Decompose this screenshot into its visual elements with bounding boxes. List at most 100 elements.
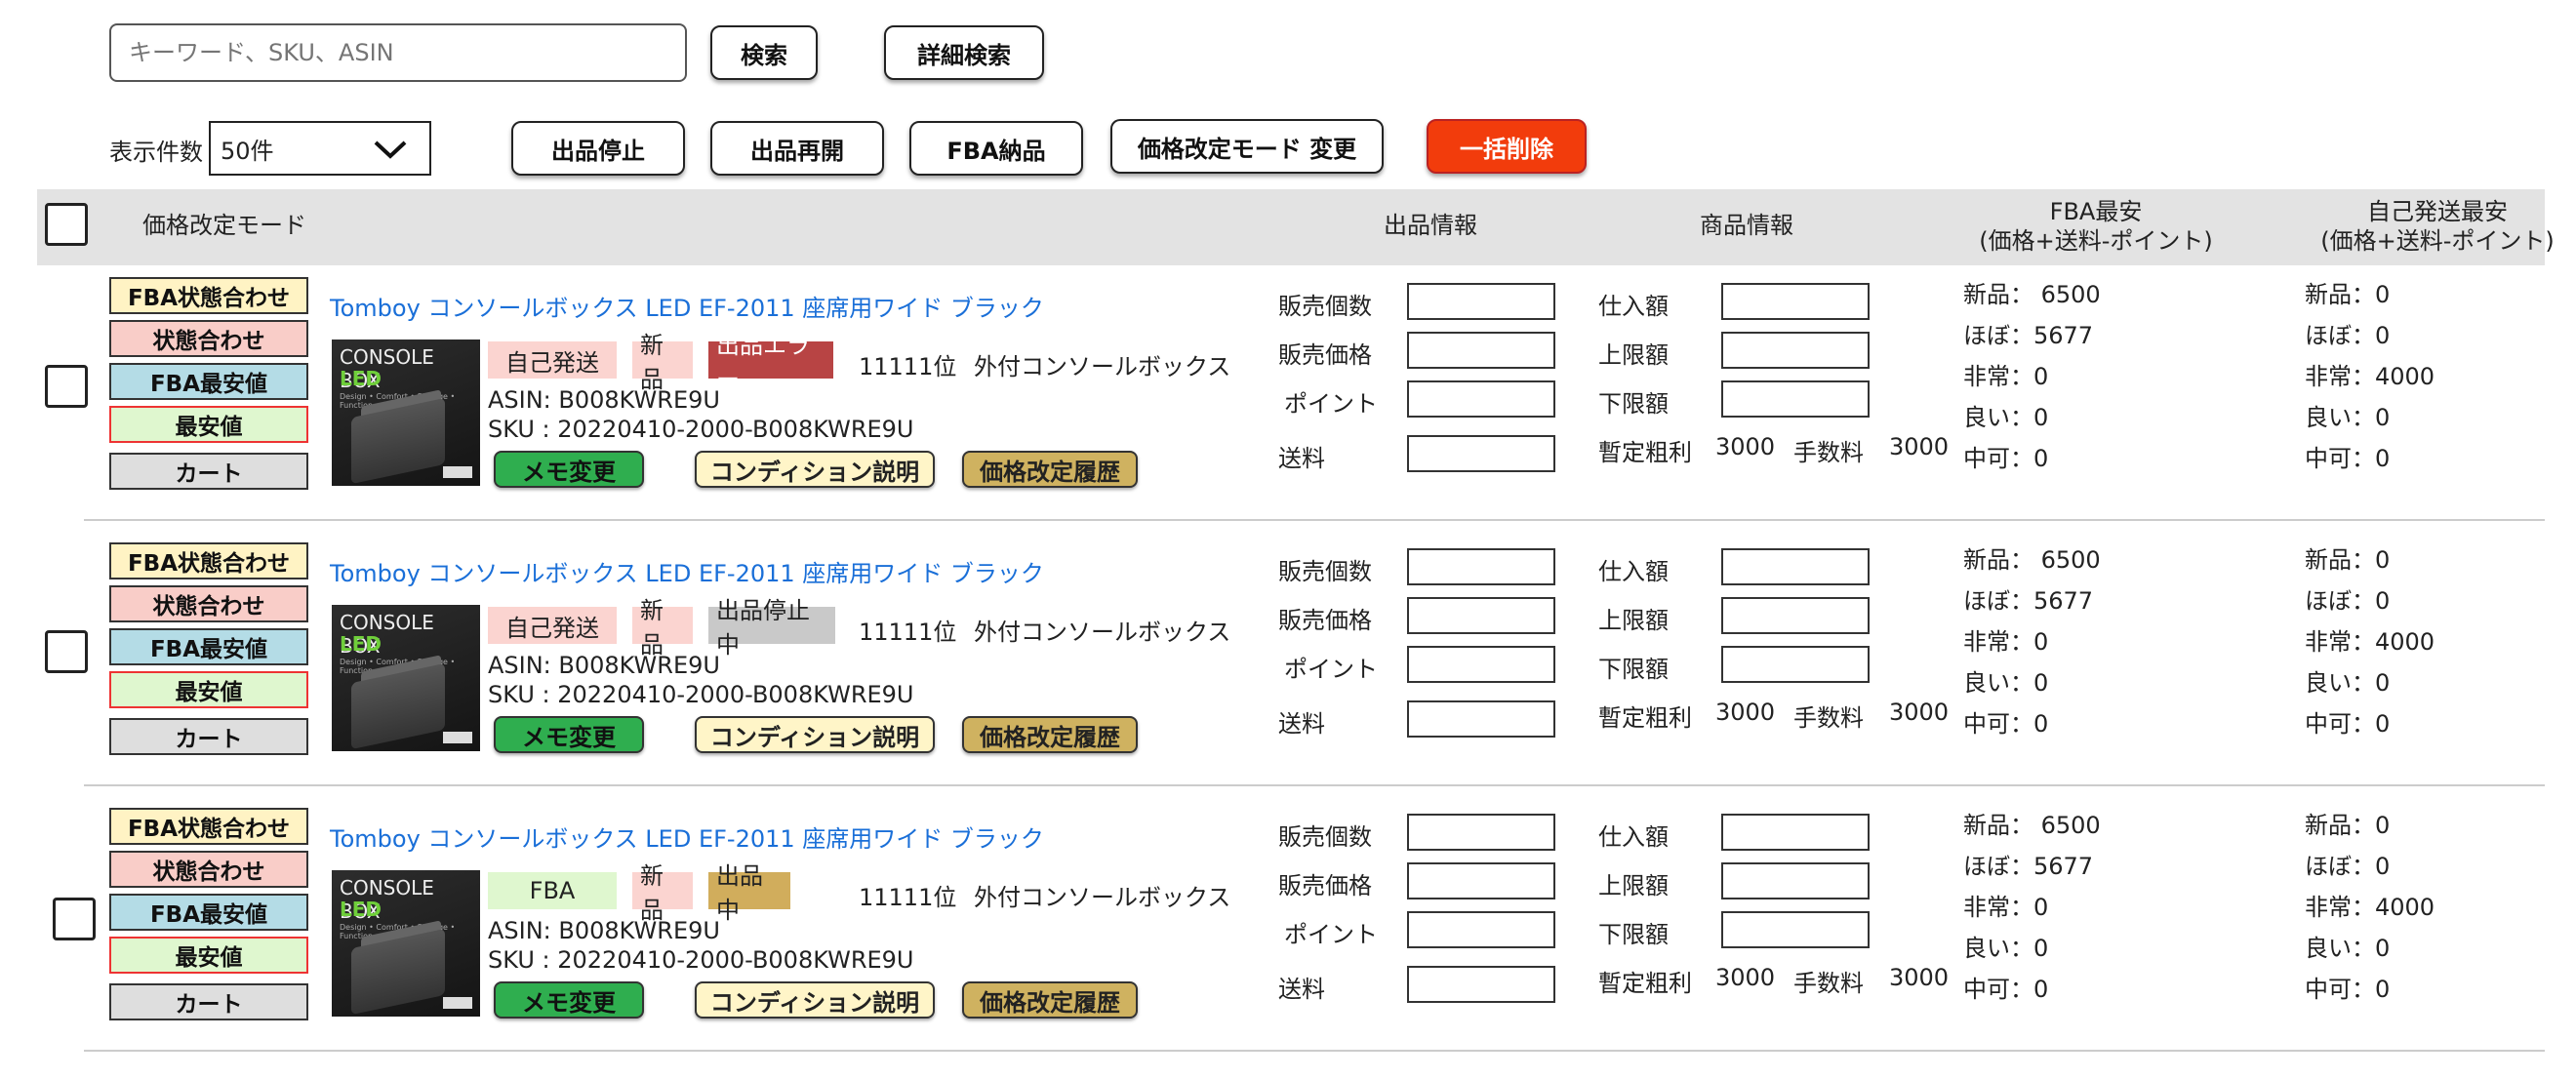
per-page-select[interactable]: 50件 xyxy=(209,121,431,176)
select-all-checkbox[interactable] xyxy=(45,203,88,246)
search-input[interactable] xyxy=(109,23,687,82)
condition-badge: 新品 xyxy=(632,597,693,659)
self-lowest-value: 良い：0 xyxy=(2305,404,2391,431)
mode-cart-button[interactable]: カート xyxy=(109,718,308,755)
shipping-method-badge: 自己発送 xyxy=(488,607,617,644)
point-label: ポイント xyxy=(1284,921,1378,948)
memo-change-button[interactable]: メモ変更 xyxy=(494,451,644,488)
mode-fba-condition-button[interactable]: FBA状態合わせ xyxy=(109,808,308,845)
fee-label: 手数料 xyxy=(1793,439,1864,466)
table-row: FBA状態合わせ 状態合わせ FBA最安値 最安値カート Tomboy コンソールボック… xyxy=(37,800,2545,1067)
self-lowest-value: 新品：0 xyxy=(2305,546,2391,574)
product-thumbnail: CONSOLE BOX LED Design • Comfort • Stora… xyxy=(332,340,480,486)
price-history-button[interactable]: 価格改定履歴 xyxy=(962,451,1138,488)
shipping-field[interactable] xyxy=(1407,700,1555,738)
memo-change-button[interactable]: メモ変更 xyxy=(494,981,644,1019)
row-divider xyxy=(84,519,2545,521)
fba-lowest-value: 良い：0 xyxy=(1963,935,2049,962)
sales-count-field[interactable] xyxy=(1407,814,1555,851)
row-checkbox[interactable] xyxy=(45,630,88,673)
point-label: ポイント xyxy=(1284,390,1378,418)
point-field[interactable] xyxy=(1407,646,1555,683)
purchase-price-field[interactable] xyxy=(1721,283,1870,320)
price-mode-change-button[interactable]: 価格改定モード 変更 xyxy=(1110,119,1384,174)
mode-condition-button[interactable]: 状態合わせ xyxy=(109,320,308,357)
price-history-button[interactable]: 価格改定履歴 xyxy=(962,981,1138,1019)
fba-lowest-value: 中可：0 xyxy=(1963,976,2049,1003)
asin-text: ASIN: B008KWRE9U xyxy=(488,917,720,944)
product-title-link[interactable]: Tomboy コンソールボックス LED EF-2011 座席用ワイド ブラック xyxy=(330,819,1044,854)
bulk-delete-button[interactable]: 一括削除 xyxy=(1427,119,1587,174)
self-lowest-value: 良い：0 xyxy=(2305,935,2391,962)
upper-limit-field[interactable] xyxy=(1721,597,1870,634)
header-self-lowest-line1: 自己発送最安 xyxy=(2367,198,2508,225)
lower-limit-field[interactable] xyxy=(1721,911,1870,948)
sales-count-field[interactable] xyxy=(1407,548,1555,585)
self-lowest-value: 新品：0 xyxy=(2305,281,2391,308)
shipping-field[interactable] xyxy=(1407,435,1555,472)
point-field[interactable] xyxy=(1407,380,1555,418)
stop-listing-button[interactable]: 出品停止 xyxy=(511,121,685,176)
mode-fba-lowest-button[interactable]: FBA最安値 xyxy=(109,628,308,665)
self-lowest-value: ほぼ：0 xyxy=(2305,853,2391,880)
lower-limit-field[interactable] xyxy=(1721,380,1870,418)
point-field[interactable] xyxy=(1407,911,1555,948)
mode-fba-lowest-button[interactable]: FBA最安値 xyxy=(109,894,308,931)
resume-listing-button[interactable]: 出品再開 xyxy=(710,121,884,176)
fba-lowest-value: 中可：0 xyxy=(1963,710,2049,738)
shipping-field[interactable] xyxy=(1407,966,1555,1003)
mode-fba-condition-button[interactable]: FBA状態合わせ xyxy=(109,542,308,579)
row-divider xyxy=(84,784,2545,786)
thumb-subtitle: LED xyxy=(340,632,382,656)
upper-limit-field[interactable] xyxy=(1721,332,1870,369)
mode-condition-button[interactable]: 状態合わせ xyxy=(109,585,308,622)
mode-fba-condition-button[interactable]: FBA状態合わせ xyxy=(109,277,308,314)
memo-change-button[interactable]: メモ変更 xyxy=(494,716,644,753)
self-lowest-value: ほぼ：0 xyxy=(2305,322,2391,349)
row-checkbox[interactable] xyxy=(53,898,96,940)
fba-lowest-value: 良い：0 xyxy=(1963,404,2049,431)
sales-count-field[interactable] xyxy=(1407,283,1555,320)
purchase-price-field[interactable] xyxy=(1721,548,1870,585)
condition-description-button[interactable]: コンディション説明 xyxy=(695,981,935,1019)
product-title-link[interactable]: Tomboy コンソールボックス LED EF-2011 座席用ワイド ブラック xyxy=(330,289,1044,323)
price-history-button[interactable]: 価格改定履歴 xyxy=(962,716,1138,753)
self-lowest-value: 中可：0 xyxy=(2305,976,2391,1003)
product-category: 外付コンソールボックス xyxy=(974,884,1231,911)
condition-description-button[interactable]: コンディション説明 xyxy=(695,451,935,488)
advanced-search-button[interactable]: 詳細検索 xyxy=(884,25,1044,80)
sales-count-label: 販売個数 xyxy=(1278,823,1372,851)
point-label: ポイント xyxy=(1284,656,1378,683)
mode-cart-button[interactable]: カート xyxy=(109,453,308,490)
sales-price-field[interactable] xyxy=(1407,862,1555,899)
condition-badge: 新品 xyxy=(632,332,693,393)
mode-fba-lowest-button[interactable]: FBA最安値 xyxy=(109,363,308,400)
lower-limit-field[interactable] xyxy=(1721,646,1870,683)
mode-lowest-button[interactable]: 最安値 xyxy=(109,937,308,974)
mode-lowest-button[interactable]: 最安値 xyxy=(109,671,308,708)
purchase-price-label: 仕入額 xyxy=(1598,558,1669,585)
sales-count-label: 販売個数 xyxy=(1278,558,1372,585)
fba-lowest-value: 中可：0 xyxy=(1963,445,2049,472)
shipping-method-badge: FBA xyxy=(488,872,617,909)
listing-status-badge: 出品エラー xyxy=(708,332,833,393)
row-checkbox[interactable] xyxy=(45,365,88,408)
mode-condition-button[interactable]: 状態合わせ xyxy=(109,851,308,888)
fba-lowest-value: 新品： 6500 xyxy=(1963,281,2101,308)
lower-limit-label: 下限額 xyxy=(1598,921,1669,948)
sales-price-field[interactable] xyxy=(1407,332,1555,369)
mode-lowest-button[interactable]: 最安値 xyxy=(109,406,308,443)
sku-text: SKU : 20220410-2000-B008KWRE9U xyxy=(488,416,914,443)
upper-limit-field[interactable] xyxy=(1721,862,1870,899)
condition-badge: 新品 xyxy=(632,862,693,924)
sales-price-field[interactable] xyxy=(1407,597,1555,634)
search-button[interactable]: 検索 xyxy=(710,25,818,80)
condition-description-button[interactable]: コンディション説明 xyxy=(695,716,935,753)
fba-shipment-button[interactable]: FBA納品 xyxy=(909,121,1083,176)
mode-cart-button[interactable]: カート xyxy=(109,983,308,1020)
self-lowest-value: 中可：0 xyxy=(2305,445,2391,472)
purchase-price-field[interactable] xyxy=(1721,814,1870,851)
product-title-link[interactable]: Tomboy コンソールボックス LED EF-2011 座席用ワイド ブラック xyxy=(330,554,1044,588)
sku-text: SKU : 20220410-2000-B008KWRE9U xyxy=(488,946,914,974)
self-lowest-value: 非常：4000 xyxy=(2305,894,2435,921)
